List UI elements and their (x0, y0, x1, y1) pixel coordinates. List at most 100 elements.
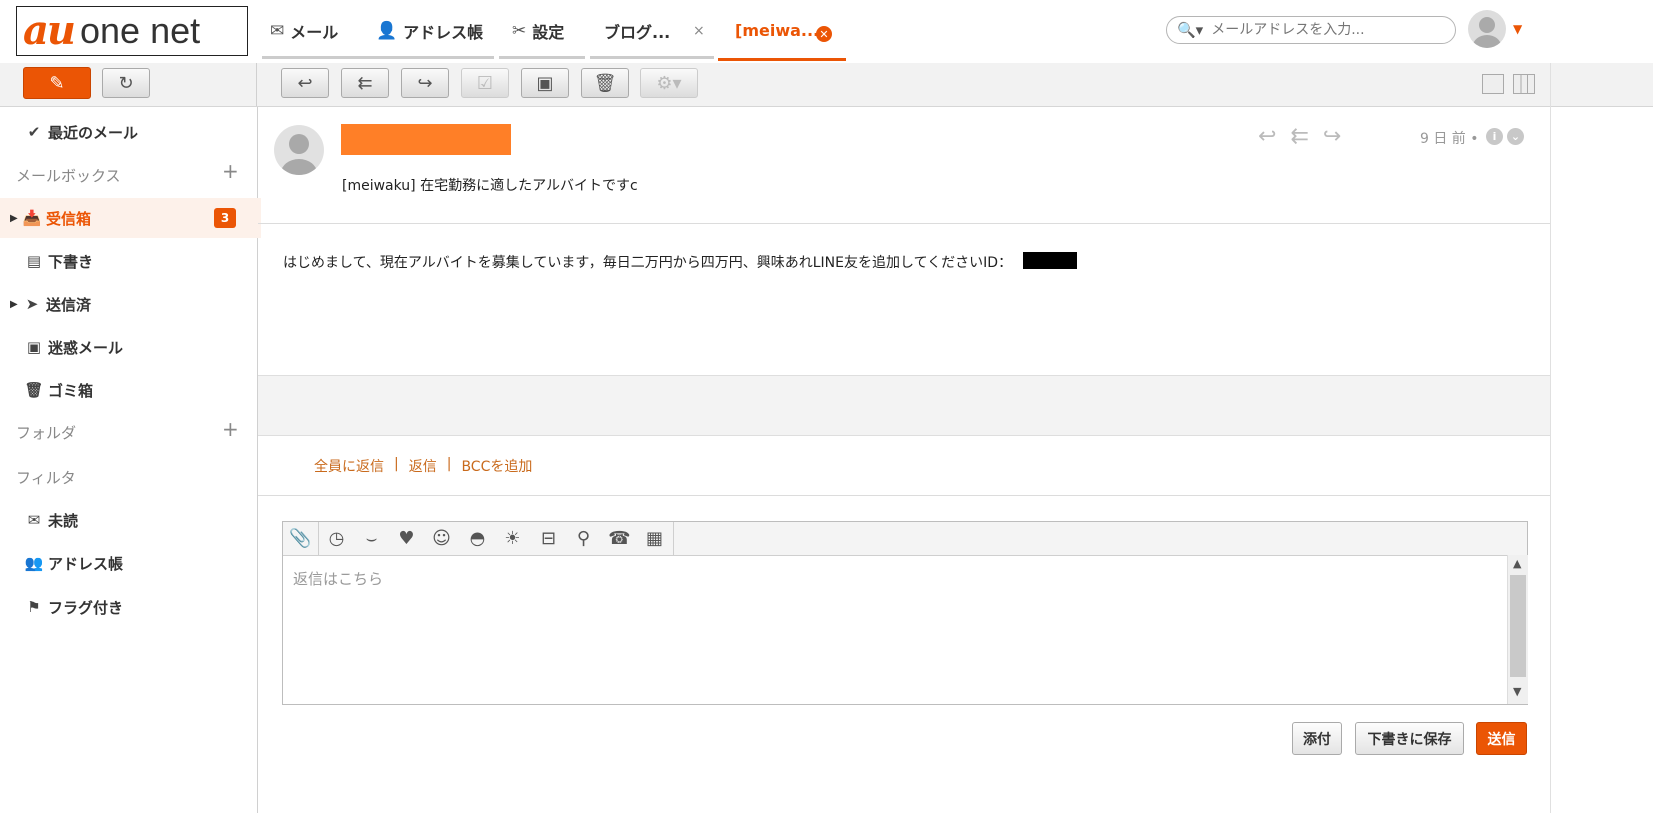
expand-arrow-icon[interactable]: ▶ (10, 299, 22, 310)
link-separator: | (446, 456, 452, 472)
editor-scrollbar[interactable]: ▲ ▼ (1507, 555, 1528, 704)
divider (258, 223, 1550, 224)
add-bcc-link[interactable]: BCCを追加 (461, 456, 532, 476)
scroll-down-arrow-icon[interactable]: ▼ (1513, 685, 1521, 698)
drafts-icon: ▤ (26, 252, 42, 270)
tab-meiwaku[interactable]: [meiwa... (735, 0, 819, 61)
toolbar-divider (256, 63, 257, 106)
message-subject: [meiwaku] 在宅勤務に適したアルバイトですc (342, 178, 638, 194)
flag-icon: ⚑ (27, 598, 41, 616)
settings-dropdown-button[interactable]: ⚙▾ (640, 68, 698, 98)
tab-blog[interactable]: ブログ... (604, 0, 670, 61)
send-button[interactable]: 送信 (1476, 722, 1527, 755)
folder-header: フォルダ (16, 424, 77, 442)
add-mailbox-plus-icon[interactable]: + (222, 159, 239, 183)
layout-columns-icon[interactable] (1513, 74, 1535, 94)
clock-icon[interactable]: ◷ (319, 522, 354, 555)
forward-button[interactable]: ↪ (401, 68, 449, 98)
edit-button[interactable]: ☑ (461, 68, 509, 98)
scroll-up-arrow-icon[interactable]: ▲ (1513, 557, 1521, 570)
message-body: はじめまして、現在アルバイトを募集しています，毎日二万円から四万円、興味あれLI… (283, 255, 1013, 271)
reply-all-button[interactable]: ⇇ (341, 68, 389, 98)
info-icon[interactable]: i (1486, 128, 1503, 145)
delete-button[interactable]: 🗑 (581, 68, 629, 98)
bicycle-icon[interactable]: ⚲ (566, 522, 601, 555)
user-avatar[interactable] (1468, 10, 1506, 48)
sidebar-item-drafts[interactable]: ▤ 下書き (0, 241, 275, 281)
shirt-icon[interactable]: ⊟ (531, 522, 566, 555)
search-box[interactable]: 🔍▾ (1166, 16, 1456, 44)
forward-icon: ↪ (417, 72, 433, 94)
user-menu-caret-icon[interactable]: ▼ (1513, 22, 1522, 36)
paperclip-icon[interactable]: 📎 (283, 522, 319, 555)
tab-underline (590, 56, 714, 59)
reply-icon: ↩ (297, 72, 313, 94)
layout-single-icon[interactable] (1482, 74, 1504, 94)
tab-mail[interactable]: ✉ メール (270, 0, 338, 61)
person-silhouette-icon (281, 134, 317, 175)
message-footer-band (258, 375, 1550, 436)
active-tab-indicator (718, 58, 846, 61)
message-meta-icons: i ⌄ (1486, 128, 1524, 145)
check-circle-icon: ✔ (27, 123, 41, 141)
pencil-icon: ✎ (49, 72, 65, 94)
app-header: au one net ✉ メール 👤 アドレス帳 ✂ 設定 ブログ... × [… (0, 0, 1653, 65)
dog-face-icon[interactable]: ☺ (424, 522, 459, 555)
forward-icon[interactable]: ↪ (1323, 124, 1341, 149)
compose-button[interactable]: ✎ (23, 67, 91, 99)
attach-button[interactable]: 添付 (1292, 722, 1342, 755)
message-date: 9 日 前 • (1420, 131, 1479, 147)
reply-button[interactable]: ↩ (281, 68, 329, 98)
sidebar-item-spam[interactable]: ▣ 迷惑メール (0, 327, 275, 367)
message-actions: ↩ ⇇ ↪ (1258, 124, 1341, 149)
sidebar-item-sent[interactable]: ▶ ➤ 送信済 (0, 284, 261, 324)
spam-folder-icon: ▣ (26, 338, 42, 356)
heart-icon[interactable]: ♥ (389, 522, 424, 555)
sun-icon[interactable]: ☀ (495, 522, 530, 555)
reply-textarea[interactable]: 返信はこちら (293, 568, 383, 589)
add-folder-plus-icon[interactable]: + (222, 417, 239, 441)
sidebar-item-flagged[interactable]: ⚑ フラグ付き (0, 587, 275, 627)
chevron-down-icon[interactable]: ⌄ (1507, 128, 1524, 145)
tab-address-book[interactable]: 👤 アドレス帳 (376, 0, 483, 61)
reply-editor: 📎 ◷ ⌣ ♥ ☺ ◓ ☀ ⊟ ⚲ ☎ ▦ 返信はこちら ▲ ▼ (282, 521, 1528, 705)
tab-meiwaku-close-icon[interactable]: ✕ (816, 26, 832, 42)
reply-all-icon[interactable]: ⇇ (1290, 124, 1308, 149)
scroll-thumb[interactable] (1510, 575, 1526, 677)
expand-arrow-icon[interactable]: ▶ (10, 213, 22, 224)
refresh-button[interactable]: ↻ (102, 68, 150, 98)
person-silhouette-icon (1473, 17, 1501, 48)
sidebar-item-address-book[interactable]: 👥 アドレス帳 (0, 543, 275, 583)
envelope-icon: ✉ (270, 20, 285, 41)
spam-button[interactable]: ▣ (521, 68, 569, 98)
au-one-net-logo[interactable]: au one net (16, 6, 248, 56)
inbox-download-icon: 📥 (22, 209, 42, 227)
symbols-icon[interactable]: ▦ (637, 522, 672, 555)
food-bowl-icon[interactable]: ◓ (460, 522, 495, 555)
tab-underline (499, 56, 585, 59)
reply-all-link[interactable]: 全員に返信 (314, 456, 384, 476)
tools-icon: ✂ (512, 20, 527, 41)
sidebar-item-recent[interactable]: ✔ 最近のメール (0, 112, 275, 152)
trash-icon: 🗑 (24, 381, 44, 399)
sidebar-item-unread[interactable]: ✉ 未読 (0, 500, 275, 540)
refresh-icon: ↻ (118, 72, 134, 94)
save-draft-button[interactable]: 下書きに保存 (1355, 722, 1464, 755)
reply-link[interactable]: 返信 (409, 456, 437, 476)
mailbox-header: メールボックス (16, 167, 121, 185)
person-icon: 👤 (376, 20, 398, 41)
tab-underline (262, 56, 494, 59)
spam-folder-icon: ▣ (536, 72, 554, 94)
smile-face-icon[interactable]: ⌣ (354, 522, 389, 555)
sidebar-item-trash[interactable]: 🗑 ゴミ箱 (0, 370, 275, 410)
emoji-toolbar: 📎 ◷ ⌣ ♥ ☺ ◓ ☀ ⊟ ⚲ ☎ ▦ (283, 522, 1527, 556)
reply-icon[interactable]: ↩ (1258, 124, 1276, 149)
search-icon[interactable]: 🔍▾ (1177, 21, 1203, 39)
envelope-icon: ✉ (27, 511, 41, 529)
search-input[interactable] (1209, 21, 1454, 39)
telephone-icon[interactable]: ☎ (602, 522, 637, 555)
tab-blog-close-button[interactable]: × (693, 0, 705, 61)
sender-avatar (274, 125, 324, 175)
line-id-redaction (1023, 252, 1077, 269)
tab-settings[interactable]: ✂ 設定 (512, 0, 564, 61)
